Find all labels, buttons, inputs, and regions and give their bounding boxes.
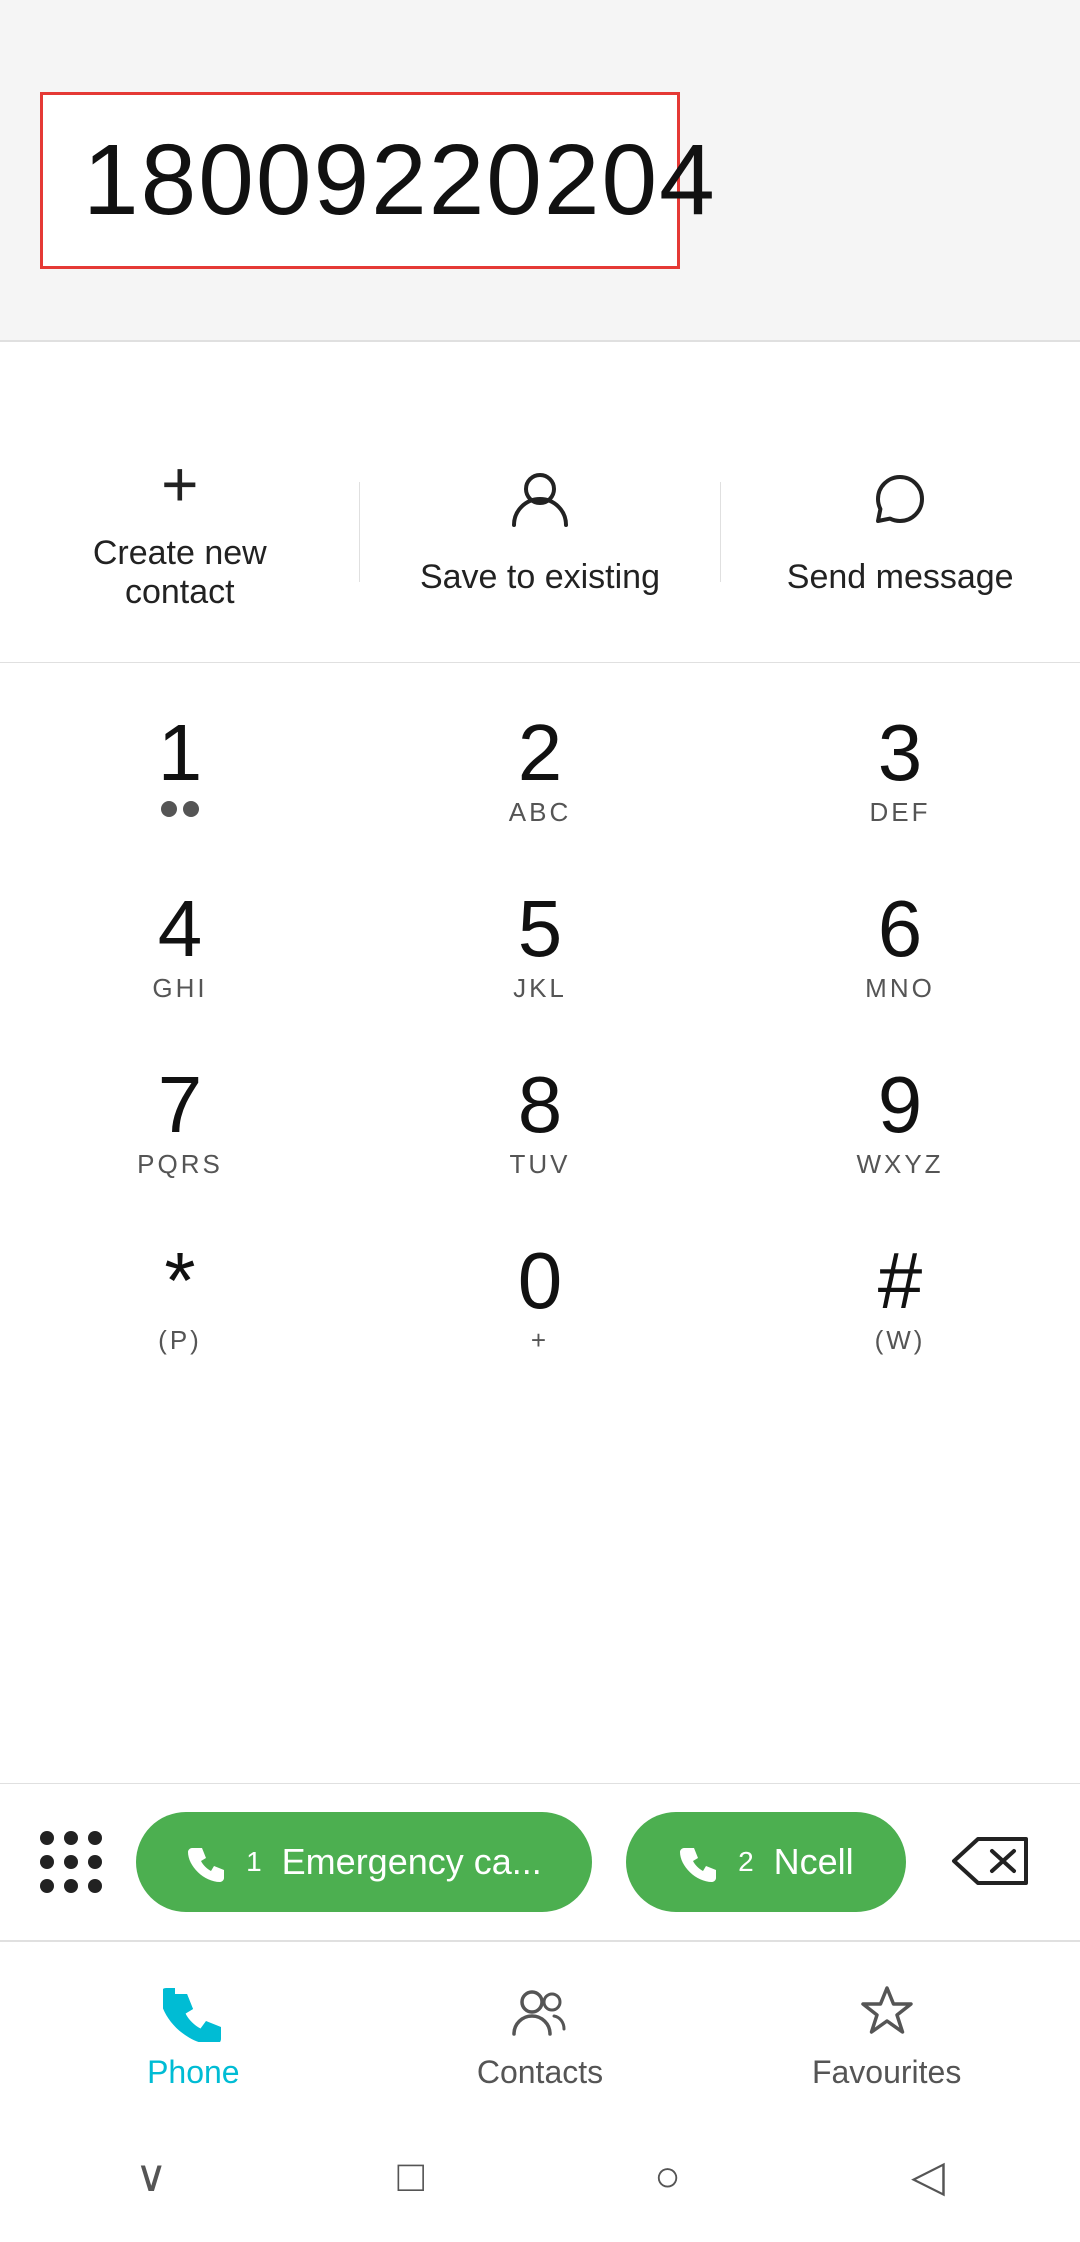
ncell-call-button[interactable]: 2 Ncell: [626, 1812, 906, 1912]
dot9: [88, 1879, 102, 1893]
dial-sub-hash: (W): [875, 1325, 926, 1357]
spacer: [0, 342, 1080, 402]
dial-main-1: 1: [158, 713, 203, 793]
dialpad: 1 2 ABC 3 DEF 4 GHI 5 JKL 6 MN: [0, 663, 1080, 1783]
dial-key-0[interactable]: 0 +: [360, 1211, 720, 1387]
create-new-contact-label: Create new contact: [40, 534, 320, 612]
save-to-existing-label: Save to existing: [420, 558, 660, 597]
action-row: + Create new contact Save to existing Se…: [0, 402, 1080, 663]
nav-contacts-label: Contacts: [477, 2054, 603, 2091]
phone-number-box: 18009220204: [40, 92, 680, 269]
dial-sub-6: MNO: [865, 973, 935, 1005]
nav-phone-label: Phone: [147, 2054, 240, 2091]
dial-main-hash: #: [878, 1241, 923, 1321]
dot1: [40, 1831, 54, 1845]
dial-main-0: 0: [518, 1241, 563, 1321]
dot4: [40, 1855, 54, 1869]
send-message-button[interactable]: Send message: [760, 467, 1040, 597]
dial-sub-2: ABC: [509, 797, 571, 829]
dial-key-2[interactable]: 2 ABC: [360, 683, 720, 859]
dial-sub-5: JKL: [513, 973, 567, 1005]
dial-main-3: 3: [878, 713, 923, 793]
dial-key-3[interactable]: 3 DEF: [720, 683, 1080, 859]
ncell-call-label: Ncell: [774, 1841, 854, 1883]
voicemail-dot-2: [183, 801, 199, 817]
dialpad-grid: 1 2 ABC 3 DEF 4 GHI 5 JKL 6 MN: [0, 683, 1080, 1387]
create-new-contact-button[interactable]: + Create new contact: [40, 452, 320, 612]
dial-sub-star: (P): [158, 1325, 202, 1357]
dial-main-2: 2: [518, 713, 563, 793]
save-contact-icon: [508, 467, 572, 540]
dot8: [64, 1879, 78, 1893]
dial-key-star[interactable]: * (P): [0, 1211, 360, 1387]
nav-favourites[interactable]: Favourites: [787, 1982, 987, 2091]
backspace-button[interactable]: [940, 1821, 1040, 1904]
send-message-icon: [868, 467, 932, 540]
voicemail-dot-1: [161, 801, 177, 817]
dial-key-9[interactable]: 9 WXYZ: [720, 1035, 1080, 1211]
bottom-nav: Phone Contacts Favourites: [0, 1941, 1080, 2121]
divider-v2: [720, 482, 721, 582]
emergency-call-label: Emer­gency ca...: [282, 1841, 542, 1883]
dial-main-star: *: [164, 1241, 195, 1321]
add-contact-icon: +: [161, 452, 198, 516]
dial-sub-4: GHI: [152, 973, 207, 1005]
dial-main-7: 7: [158, 1065, 203, 1145]
phone-display-area: 18009220204: [0, 0, 1080, 340]
call-bar: 1 Emer­gency ca... 2 Ncell: [0, 1783, 1080, 1941]
nav-phone[interactable]: Phone: [93, 1982, 293, 2091]
dial-key-7[interactable]: 7 PQRS: [0, 1035, 360, 1211]
dial-main-6: 6: [878, 889, 923, 969]
emergency-call-button[interactable]: 1 Emer­gency ca...: [136, 1812, 592, 1912]
dial-key-1[interactable]: 1: [0, 683, 360, 859]
dot2: [64, 1831, 78, 1845]
dial-key-6[interactable]: 6 MNO: [720, 859, 1080, 1035]
system-recent-button[interactable]: □: [398, 2152, 425, 2202]
emergency-call-number: 1: [246, 1846, 262, 1878]
dial-sub-9: WXYZ: [856, 1149, 943, 1181]
dial-sub-3: DEF: [870, 797, 931, 829]
system-back-button[interactable]: ◁: [911, 2151, 945, 2202]
dial-sub-8: TUV: [510, 1149, 571, 1181]
system-nav-bar: ∨ □ ○ ◁: [0, 2121, 1080, 2242]
dial-key-5[interactable]: 5 JKL: [360, 859, 720, 1035]
dialpad-toggle-button[interactable]: [40, 1831, 102, 1893]
dial-sub-0: +: [531, 1325, 549, 1357]
nav-contacts[interactable]: Contacts: [440, 1982, 640, 2091]
nav-favourites-label: Favourites: [812, 2054, 961, 2091]
dot5: [64, 1855, 78, 1869]
save-to-existing-button[interactable]: Save to existing: [400, 467, 680, 597]
system-home-button[interactable]: ○: [654, 2152, 681, 2202]
dot7: [40, 1879, 54, 1893]
dial-sub-1: [161, 797, 199, 829]
send-message-label: Send message: [787, 558, 1014, 597]
dial-main-9: 9: [878, 1065, 923, 1145]
ncell-call-number: 2: [738, 1846, 754, 1878]
dial-key-4[interactable]: 4 GHI: [0, 859, 360, 1035]
dial-main-4: 4: [158, 889, 203, 969]
dial-main-5: 5: [518, 889, 563, 969]
divider-v1: [359, 482, 360, 582]
dial-key-8[interactable]: 8 TUV: [360, 1035, 720, 1211]
dial-key-hash[interactable]: # (W): [720, 1211, 1080, 1387]
dot6: [88, 1855, 102, 1869]
dot3: [88, 1831, 102, 1845]
phone-number: 18009220204: [83, 123, 637, 238]
dial-main-8: 8: [518, 1065, 563, 1145]
system-down-button[interactable]: ∨: [135, 2151, 167, 2202]
dial-sub-7: PQRS: [137, 1149, 223, 1181]
